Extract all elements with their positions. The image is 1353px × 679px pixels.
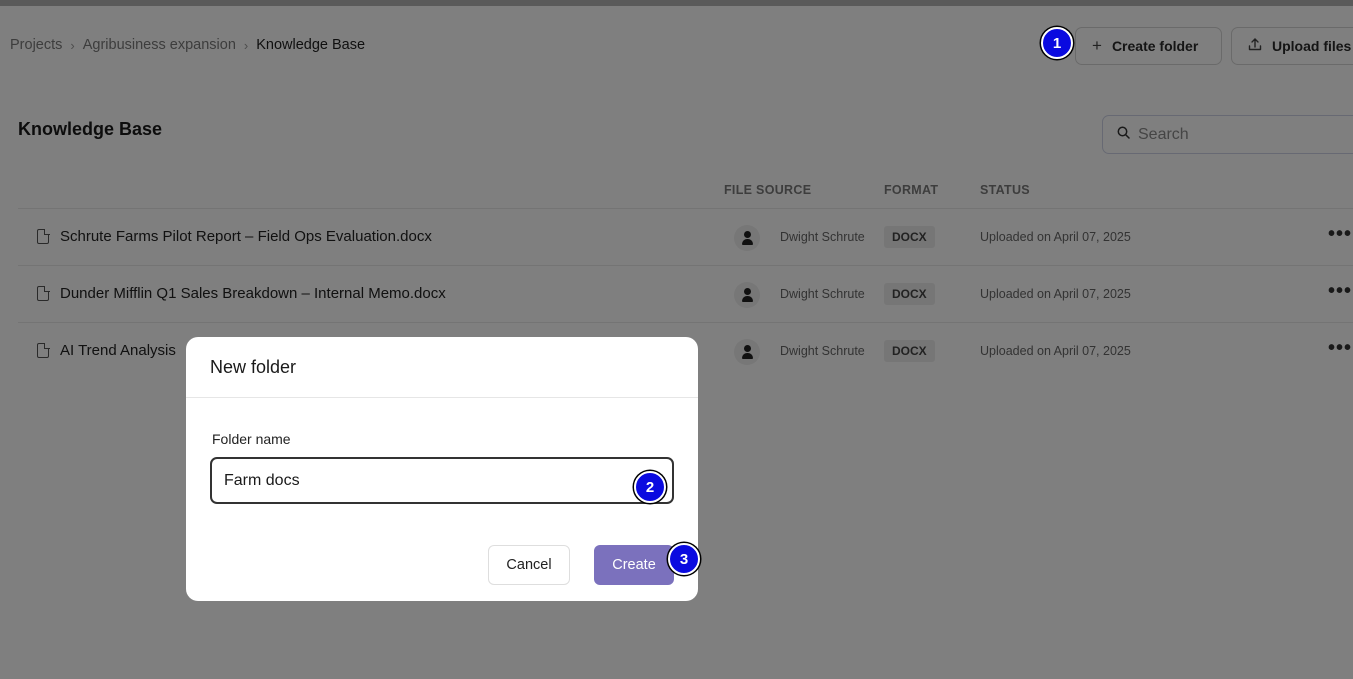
create-button[interactable]: Create (594, 545, 674, 585)
folder-name-label: Folder name (212, 431, 291, 447)
step-marker: 3 (668, 543, 700, 575)
new-folder-dialog: New folder Folder name Cancel Create (186, 337, 698, 601)
folder-name-input[interactable] (210, 457, 674, 504)
dialog-title: New folder (210, 357, 297, 377)
cancel-button[interactable]: Cancel (488, 545, 570, 585)
dialog-divider (186, 397, 698, 398)
step-marker: 1 (1041, 27, 1073, 59)
step-marker: 2 (634, 471, 666, 503)
